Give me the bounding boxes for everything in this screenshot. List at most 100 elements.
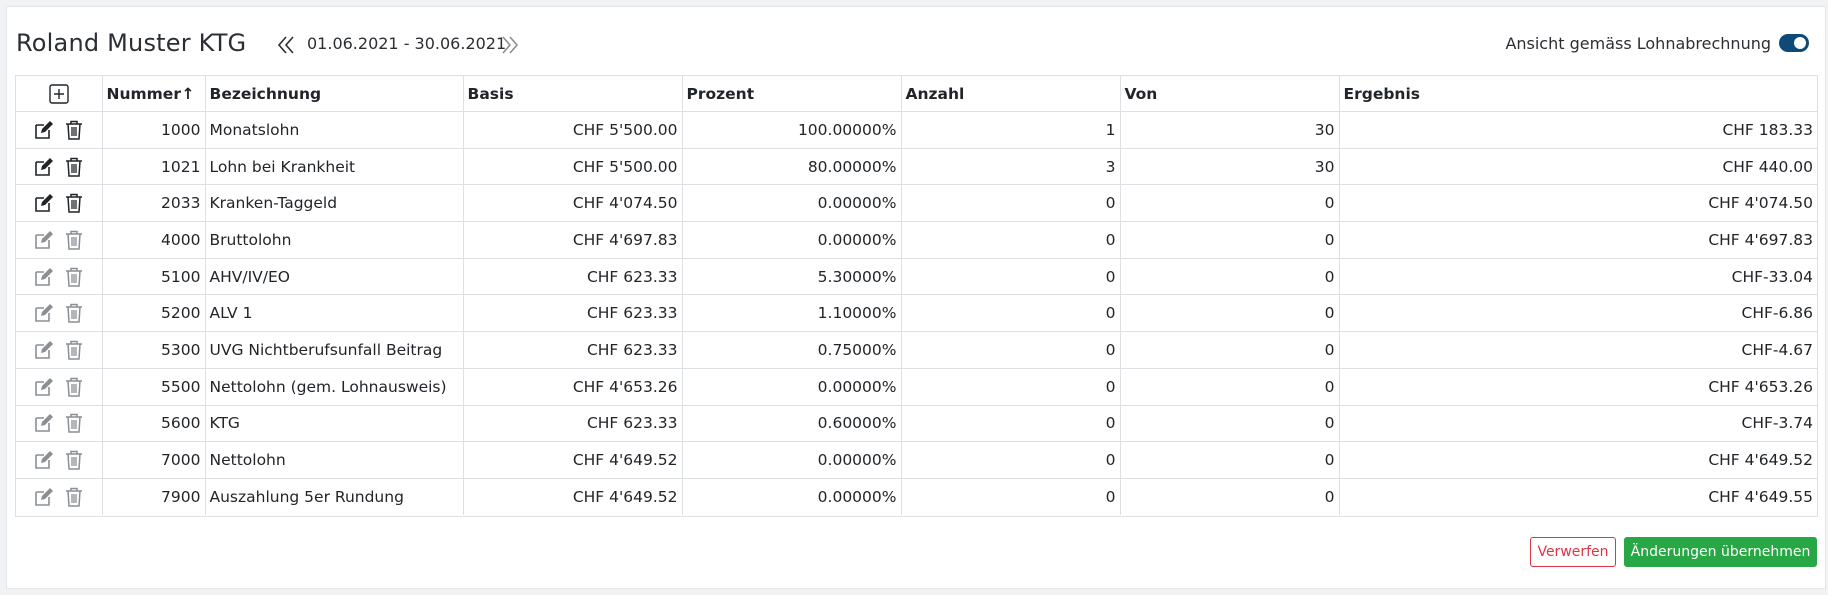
column-header-anzahl[interactable]: Anzahl: [901, 76, 1121, 112]
trash-icon[interactable]: [62, 265, 86, 289]
edit-icon[interactable]: [32, 411, 56, 435]
cell-ergebnis: CHF 4'653.26: [1339, 368, 1817, 406]
cell-von: 0: [1120, 294, 1340, 333]
row-actions: [16, 294, 103, 333]
cell-prozent: 5.30000%: [682, 258, 902, 296]
trash-icon[interactable]: [62, 338, 86, 362]
trash-icon[interactable]: [62, 411, 86, 435]
trash-icon[interactable]: [62, 155, 86, 179]
double-chevron-right-icon: [502, 36, 519, 54]
cell-anzahl: 0: [901, 294, 1121, 333]
cell-basis: CHF 5'500.00: [463, 111, 683, 149]
table-row: 1000 Monatslohn CHF 5'500.00 100.00000% 1 30 C…: [16, 111, 1817, 149]
table-row: 5100 AHV/IV/EO CHF 623.33 5.30000% 0 0 CHF-33.…: [16, 258, 1817, 296]
edit-icon[interactable]: [32, 375, 56, 399]
table-header-row: Nummer ↑ Bezeichnung Basis Prozent Anzah…: [16, 76, 1817, 112]
cell-nummer: 5500: [102, 368, 206, 406]
cell-ergebnis: CHF-4.67: [1339, 331, 1817, 369]
table-body: 1000 Monatslohn CHF 5'500.00 100.00000% 1 30 C…: [16, 111, 1817, 515]
cell-bezeichnung: Bruttolohn: [205, 221, 464, 259]
edit-icon[interactable]: [32, 485, 56, 509]
trash-icon[interactable]: [62, 191, 86, 215]
row-actions: [16, 405, 103, 443]
cell-prozent: 0.00000%: [682, 441, 902, 479]
edit-icon[interactable]: [32, 118, 56, 142]
column-header-von[interactable]: Von: [1120, 76, 1340, 112]
row-actions: [16, 441, 103, 479]
edit-icon[interactable]: [32, 338, 56, 362]
column-header-bezeichnung[interactable]: Bezeichnung: [205, 76, 464, 112]
edit-icon[interactable]: [32, 301, 56, 325]
cell-anzahl: 0: [901, 478, 1121, 515]
cell-bezeichnung: Monatslohn: [205, 111, 464, 149]
cell-nummer: 5600: [102, 405, 206, 443]
column-header-ergebnis[interactable]: Ergebnis: [1339, 76, 1817, 112]
toggle-knob: [1794, 37, 1806, 49]
apply-changes-button[interactable]: Änderungen übernehmen: [1624, 537, 1817, 567]
cell-anzahl: 1: [901, 111, 1121, 149]
cell-nummer: 5200: [102, 294, 206, 333]
cell-von: 0: [1120, 258, 1340, 296]
date-range: 01.06.2021 - 30.06.2021: [307, 34, 507, 53]
column-header-basis[interactable]: Basis: [463, 76, 683, 112]
cell-prozent: 0.00000%: [682, 184, 902, 223]
column-header-prozent[interactable]: Prozent: [682, 76, 902, 112]
add-row-button[interactable]: [47, 82, 71, 106]
column-header-nummer[interactable]: Nummer ↑: [102, 76, 206, 112]
cell-ergebnis: CHF 440.00: [1339, 148, 1817, 186]
plus-square-icon: [49, 83, 69, 104]
cell-anzahl: 0: [901, 405, 1121, 443]
page-title: Roland Muster KTG: [16, 29, 247, 57]
cell-basis: CHF 623.33: [463, 258, 683, 296]
cell-basis: CHF 4'653.26: [463, 368, 683, 406]
cell-ergebnis: CHF 183.33: [1339, 111, 1817, 149]
cell-von: 0: [1120, 368, 1340, 406]
arrow-up-icon[interactable]: ↑: [182, 85, 195, 103]
row-actions: [16, 184, 103, 223]
cell-ergebnis: CHF 4'649.52: [1339, 441, 1817, 479]
table-row: 5200 ALV 1 CHF 623.33 1.10000% 0 0 CHF-6.86: [16, 294, 1817, 333]
cell-basis: CHF 4'697.83: [463, 221, 683, 259]
trash-icon[interactable]: [62, 301, 86, 325]
cell-nummer: 4000: [102, 221, 206, 259]
view-toggle-label: Ansicht gemäss Lohnabrechnung: [1505, 34, 1771, 53]
cell-nummer: 5300: [102, 331, 206, 369]
edit-icon[interactable]: [32, 448, 56, 472]
trash-icon[interactable]: [62, 228, 86, 252]
cell-nummer: 1021: [102, 148, 206, 186]
trash-icon[interactable]: [62, 118, 86, 142]
cell-basis: CHF 4'649.52: [463, 441, 683, 479]
edit-icon[interactable]: [32, 265, 56, 289]
edit-icon[interactable]: [32, 155, 56, 179]
cell-bezeichnung: KTG: [205, 405, 464, 443]
cell-nummer: 1000: [102, 111, 206, 149]
edit-icon[interactable]: [32, 191, 56, 215]
row-actions: [16, 221, 103, 259]
discard-button[interactable]: Verwerfen: [1530, 537, 1616, 567]
cell-bezeichnung: AHV/IV/EO: [205, 258, 464, 296]
view-toggle-switch[interactable]: [1779, 34, 1809, 52]
trash-icon[interactable]: [62, 448, 86, 472]
trash-icon[interactable]: [62, 485, 86, 509]
table-row: 2033 Kranken-Taggeld CHF 4'074.50 0.00000% 0…: [16, 184, 1817, 223]
cell-prozent: 0.60000%: [682, 405, 902, 443]
cell-anzahl: 0: [901, 441, 1121, 479]
cell-von: 0: [1120, 405, 1340, 443]
cell-basis: CHF 4'074.50: [463, 184, 683, 223]
row-actions: [16, 368, 103, 406]
table-row: 5300 UVG Nichtberufsunfall Beitrag CHF 623…: [16, 331, 1817, 369]
row-actions: [16, 258, 103, 296]
column-label-nummer: Nummer: [106, 84, 181, 103]
trash-icon[interactable]: [62, 375, 86, 399]
row-actions: [16, 478, 103, 515]
next-period-button[interactable]: [498, 33, 522, 57]
previous-period-button[interactable]: [274, 33, 298, 57]
table-row: 5600 KTG CHF 623.33 0.60000% 0 0 CHF-3.74: [16, 405, 1817, 443]
edit-icon[interactable]: [32, 228, 56, 252]
cell-ergebnis: CHF 4'649.55: [1708, 487, 1813, 506]
payroll-table: Nummer ↑ Bezeichnung Basis Prozent Anzah…: [16, 76, 1817, 515]
cell-prozent: 0.00000%: [682, 221, 902, 259]
cell-basis: CHF 4'649.52: [463, 478, 683, 515]
cell-bezeichnung: UVG Nichtberufsunfall Beitrag: [205, 331, 464, 369]
cell-von: 0: [1120, 184, 1340, 223]
